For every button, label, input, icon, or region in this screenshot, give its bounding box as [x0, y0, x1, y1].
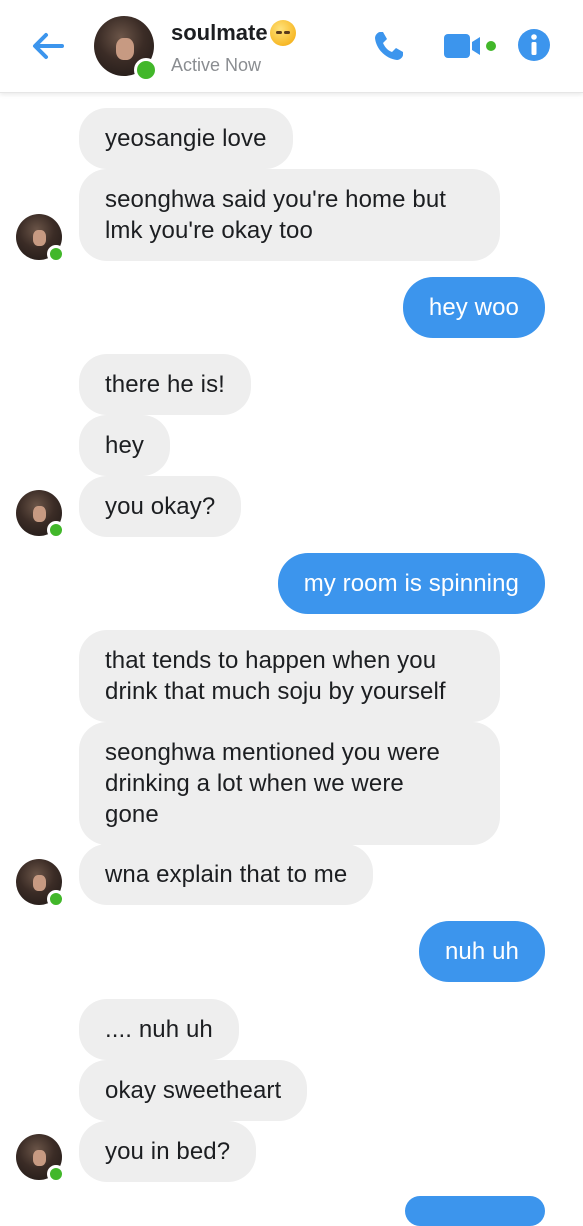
chat-header: soulmate Active Now [0, 0, 583, 93]
contact-avatar-small[interactable] [16, 859, 65, 908]
contact-avatar-small[interactable] [16, 490, 65, 539]
message-bubble-incoming[interactable]: yeosangie love [79, 108, 293, 169]
message-bubble-outgoing[interactable]: nuh uh [418, 921, 545, 982]
message-bubble-incoming[interactable]: you okay? [79, 476, 242, 537]
message-bubble-incoming[interactable]: that tends to happen when you drink that… [79, 630, 500, 722]
message-bubble-incoming[interactable]: .... nuh uh [79, 999, 239, 1060]
message-bubble-incoming[interactable]: seonghwa said you're home but lmk you're… [79, 169, 500, 261]
message-bubble-outgoing[interactable]: hey woo [402, 277, 545, 338]
back-arrow-icon[interactable] [28, 28, 68, 64]
message-bubble-incoming[interactable]: wna explain that to me [79, 844, 374, 905]
message-bubble-incoming[interactable]: you in bed? [79, 1121, 257, 1182]
grimacing-face-icon [269, 20, 296, 46]
message-bubble-outgoing-partial[interactable] [405, 1196, 545, 1226]
message-bubble-outgoing[interactable]: my room is spinning [277, 553, 545, 614]
contact-avatar-small[interactable] [16, 1134, 65, 1183]
message-list[interactable]: yeosangie love seonghwa said you're home… [0, 92, 583, 1226]
message-bubble-incoming[interactable]: seonghwa mentioned you were drinking a l… [79, 722, 500, 845]
message-bubble-incoming[interactable]: hey [79, 415, 170, 476]
contact-avatar-small[interactable] [16, 214, 65, 263]
info-icon[interactable] [517, 28, 551, 62]
phone-icon[interactable] [371, 28, 407, 64]
message-bubble-incoming[interactable]: there he is! [79, 354, 251, 415]
active-status: Active Now [171, 55, 262, 75]
online-indicator [134, 58, 158, 82]
contact-name[interactable]: soulmate [171, 20, 296, 46]
message-bubble-incoming[interactable]: okay sweetheart [79, 1060, 308, 1121]
video-camera-icon[interactable] [442, 32, 500, 60]
contact-name-label: soulmate [171, 20, 268, 45]
